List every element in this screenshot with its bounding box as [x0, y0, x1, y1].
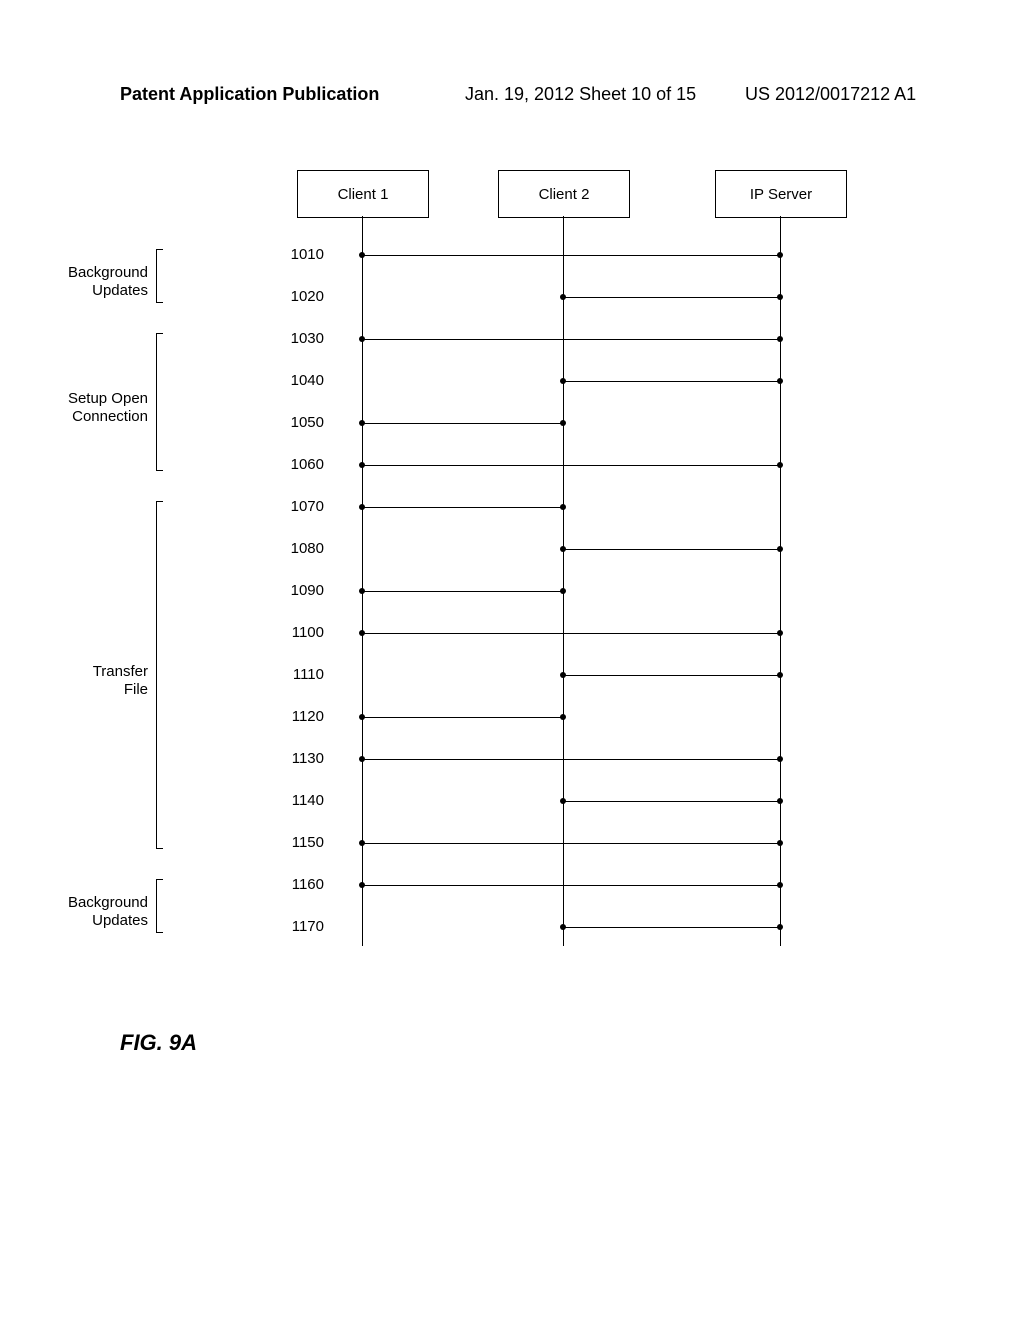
message-endpoint — [359, 840, 365, 846]
message-endpoint — [560, 798, 566, 804]
message-line — [362, 255, 780, 256]
phase-label: BackgroundUpdates — [48, 894, 148, 930]
message-line — [362, 633, 780, 634]
phase-bracket — [156, 879, 163, 933]
message-number: 1140 — [284, 792, 324, 809]
message-endpoint — [359, 336, 365, 342]
message-endpoint — [560, 672, 566, 678]
message-endpoint — [777, 378, 783, 384]
message-line — [563, 927, 780, 928]
message-number: 1100 — [284, 624, 324, 641]
message-number: 1060 — [284, 456, 324, 473]
message-endpoint — [777, 462, 783, 468]
message-endpoint — [777, 252, 783, 258]
message-line — [362, 843, 780, 844]
participant-server: IP Server — [715, 170, 847, 218]
message-line — [362, 507, 563, 508]
phase-bracket — [156, 333, 163, 471]
message-number: 1160 — [284, 876, 324, 893]
message-endpoint — [777, 672, 783, 678]
message-endpoint — [359, 882, 365, 888]
header-right: US 2012/0017212 A1 — [745, 84, 916, 105]
message-line — [362, 591, 563, 592]
message-line — [362, 759, 780, 760]
message-number: 1070 — [284, 498, 324, 515]
message-endpoint — [777, 840, 783, 846]
message-line — [362, 465, 780, 466]
message-endpoint — [560, 588, 566, 594]
message-endpoint — [359, 714, 365, 720]
message-endpoint — [560, 924, 566, 930]
message-line — [362, 717, 563, 718]
message-number: 1010 — [284, 246, 324, 263]
message-endpoint — [359, 462, 365, 468]
message-number: 1110 — [284, 666, 324, 683]
phase-label: TransferFile — [48, 663, 148, 699]
message-endpoint — [560, 420, 566, 426]
message-line — [362, 339, 780, 340]
message-number: 1130 — [284, 750, 324, 767]
figure-label: FIG. 9A — [120, 1030, 197, 1056]
message-endpoint — [359, 504, 365, 510]
message-endpoint — [560, 504, 566, 510]
message-line — [563, 801, 780, 802]
phase-label: Setup OpenConnection — [48, 390, 148, 426]
message-number: 1170 — [284, 918, 324, 935]
message-number: 1050 — [284, 414, 324, 431]
message-line — [362, 423, 563, 424]
message-endpoint — [560, 378, 566, 384]
message-line — [563, 549, 780, 550]
message-endpoint — [777, 336, 783, 342]
message-number: 1090 — [284, 582, 324, 599]
message-endpoint — [777, 630, 783, 636]
participant-client2: Client 2 — [498, 170, 630, 218]
message-number: 1120 — [284, 708, 324, 725]
lifeline-client1 — [362, 216, 363, 946]
sequence-diagram: Client 1 Client 2 IP Server 1010 1020 1030 104… — [120, 170, 910, 970]
message-line — [563, 297, 780, 298]
message-endpoint — [777, 294, 783, 300]
message-line — [362, 885, 780, 886]
message-endpoint — [359, 756, 365, 762]
message-endpoint — [560, 294, 566, 300]
message-endpoint — [777, 756, 783, 762]
message-endpoint — [359, 588, 365, 594]
header-left: Patent Application Publication — [120, 84, 379, 105]
message-number: 1040 — [284, 372, 324, 389]
header-mid: Jan. 19, 2012 Sheet 10 of 15 — [465, 84, 696, 105]
message-number: 1150 — [284, 834, 324, 851]
message-endpoint — [777, 546, 783, 552]
message-endpoint — [777, 924, 783, 930]
phase-bracket — [156, 501, 163, 849]
message-endpoint — [359, 420, 365, 426]
message-endpoint — [560, 714, 566, 720]
message-endpoint — [777, 798, 783, 804]
message-line — [563, 675, 780, 676]
message-number: 1080 — [284, 540, 324, 557]
message-line — [563, 381, 780, 382]
phase-bracket — [156, 249, 163, 303]
message-endpoint — [359, 630, 365, 636]
phase-label: BackgroundUpdates — [48, 264, 148, 300]
message-number: 1020 — [284, 288, 324, 305]
lifeline-client2 — [563, 216, 564, 946]
message-endpoint — [777, 882, 783, 888]
message-endpoint — [359, 252, 365, 258]
lifeline-server — [780, 216, 781, 946]
participant-client1: Client 1 — [297, 170, 429, 218]
message-endpoint — [560, 546, 566, 552]
page: Patent Application Publication Jan. 19, … — [0, 0, 1024, 1320]
message-number: 1030 — [284, 330, 324, 347]
